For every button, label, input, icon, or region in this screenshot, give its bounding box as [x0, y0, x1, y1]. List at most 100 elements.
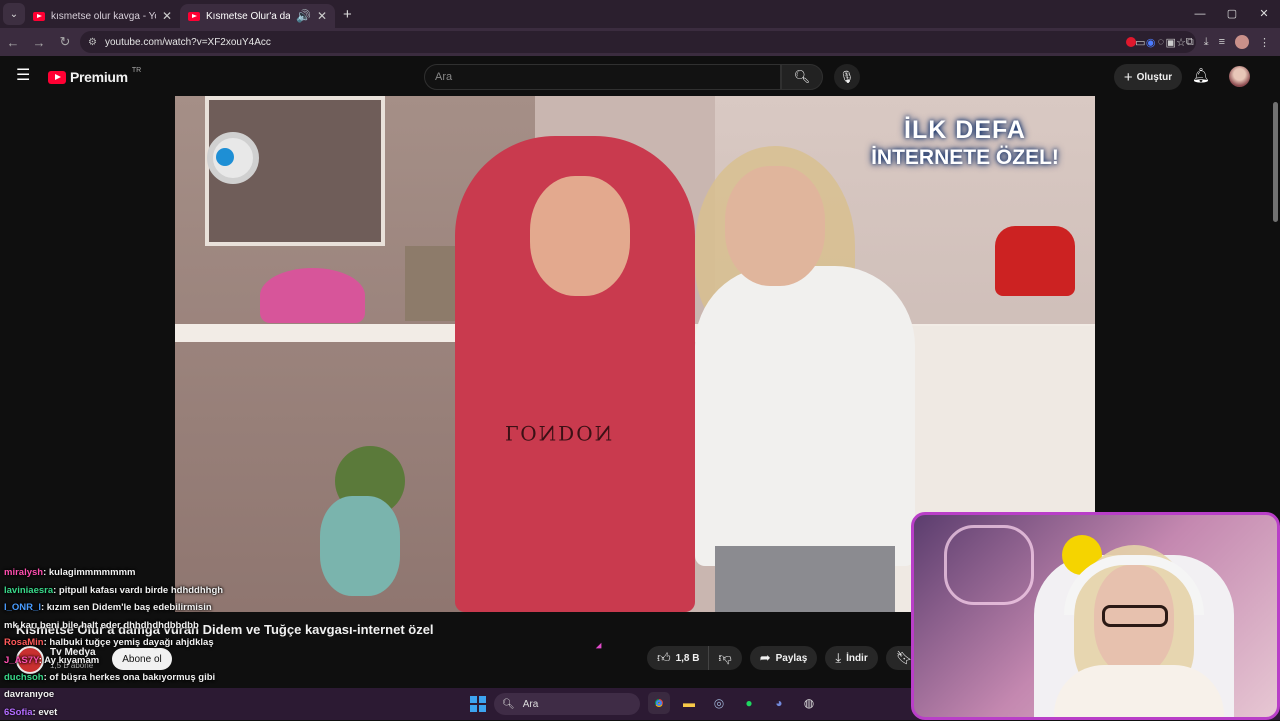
close-tab-icon[interactable]: ✕	[162, 9, 172, 23]
spotify-icon[interactable]: ●	[738, 692, 760, 714]
video-scene-vase	[320, 496, 400, 596]
webcam-neon-sign	[944, 525, 1034, 605]
chat-username: RosaMin	[4, 637, 44, 648]
video-person-2-legs	[715, 546, 895, 612]
youtube-favicon-icon	[188, 12, 200, 21]
chat-message: davranıyoe	[0, 686, 300, 704]
window-controls: — ▢ ✕	[1184, 0, 1280, 28]
download-label: İndir	[846, 653, 868, 664]
site-info-icon[interactable]: ⚙	[88, 37, 97, 48]
video-person-2	[695, 266, 915, 566]
video-overlay-text: İLK DEFA İNTERNETE ÖZEL!	[865, 116, 1065, 172]
extension-audio-icon[interactable]: ◉	[1146, 36, 1156, 49]
chat-message: RosaMin: halbuki tuğçe yemiş dayağı ahjd…	[0, 634, 260, 652]
address-bar-row: ← → ↻ ⚙ youtube.com/watch?v=XF2xouY4Acc …	[0, 28, 1280, 56]
voice-search-button[interactable]: 🎙︎	[834, 64, 860, 90]
obs-icon[interactable]: ◍	[798, 692, 820, 714]
extension-red-icon[interactable]	[1126, 37, 1136, 47]
shirt-text: LONDON	[505, 421, 614, 445]
minimize-button[interactable]: —	[1184, 0, 1216, 28]
extension-box-icon[interactable]: ▣	[1165, 36, 1175, 49]
extensions-area: ◉ ▣ ⧉ ⤓ ≡ ⋮	[1126, 28, 1280, 56]
webcam-streamer-sweater	[1054, 665, 1224, 720]
chrome-icon[interactable]	[648, 692, 670, 714]
stream-chat-overlay-bottom: davranıyoe 6Sofia: evet	[0, 686, 300, 721]
video-scene-birdhouse	[405, 246, 455, 321]
video-actions: 👍︎ 1,8 B 👎︎ ➦ Paylaş ⤓ İndir 🔖︎ Ka	[647, 646, 940, 670]
thumbs-down-icon: 👎︎	[719, 650, 732, 666]
download-button[interactable]: ⤓ İndir	[825, 646, 877, 670]
chat-username: duchsoh	[4, 672, 44, 683]
chat-text: : kızım sen Didem'le baş edebilirmisin	[41, 602, 212, 613]
browser-tab-2[interactable]: Kısmetse Olur'a damga vuran 🔊 ✕	[180, 4, 335, 28]
taskbar-search[interactable]: 🔍︎ Ara	[494, 693, 640, 715]
logo-text: Premium	[70, 69, 128, 85]
chat-message: J_AS7Y: Ay kıyamam	[0, 652, 260, 670]
like-button[interactable]: 👍︎ 1,8 B	[647, 646, 709, 670]
chat-text: : Ay kıyamam	[39, 655, 100, 666]
tab-search-button[interactable]: ⌄	[3, 3, 25, 25]
search-icon: 🔍︎	[502, 699, 515, 710]
chat-text: mk karı beni bile halt eder dhhdhdhdbbdb…	[4, 620, 199, 631]
create-button[interactable]: + Oluştur	[1114, 64, 1182, 90]
search-button[interactable]: 🔍︎	[781, 64, 823, 90]
notifications-bell-icon[interactable]: 🔔︎	[1192, 67, 1210, 84]
search-icon: 🔍︎	[794, 69, 811, 85]
video-person-1-face	[530, 176, 630, 296]
restore-button[interactable]: ▢	[1216, 0, 1248, 28]
chat-username: 6Sofia	[4, 707, 33, 718]
new-tab-icon[interactable]: +	[343, 6, 352, 23]
file-explorer-icon[interactable]: ▬	[678, 692, 700, 714]
back-icon[interactable]: ←	[0, 35, 26, 50]
dislike-button[interactable]: 👎︎	[709, 646, 742, 670]
share-button[interactable]: ➦ Paylaş	[750, 646, 818, 670]
like-count: 1,8 B	[676, 653, 700, 664]
download-icon[interactable]: ⤓	[1204, 36, 1209, 49]
search-placeholder: Ara	[435, 71, 452, 83]
tv-channel-logo-icon	[207, 132, 259, 184]
mouse-cursor-icon	[596, 643, 604, 651]
forward-icon[interactable]: →	[26, 35, 52, 50]
discord-icon[interactable]: ◕	[768, 692, 790, 714]
browser-tab-bar: ⌄ kısmetse olur kavga - YouTube ✕ Kısmet…	[0, 0, 1280, 28]
chat-message: mk karı beni bile halt eder dhhdhdhdbbdb…	[0, 617, 260, 635]
steam-icon[interactable]: ◎	[708, 692, 730, 714]
youtube-logo-icon	[48, 71, 66, 84]
reload-icon[interactable]: ↻	[52, 34, 78, 50]
url-field[interactable]: ⚙ youtube.com/watch?v=XF2xouY4Acc ▭ ◌ ☆	[80, 31, 1196, 53]
chat-text: : of büşra herkes ona bakıyormuş gibi	[44, 672, 216, 683]
tab-title: Kısmetse Olur'a damga vuran	[206, 11, 290, 22]
taskbar-apps: ▬ ◎ ● ◕ ◍	[648, 692, 820, 714]
close-window-button[interactable]: ✕	[1248, 0, 1280, 28]
chat-message: miralysh: kulagimmmmmmm	[0, 564, 260, 582]
download-icon: ⤓	[835, 650, 841, 666]
reading-list-icon[interactable]: ≡	[1219, 36, 1225, 48]
chat-text: : kulagimmmmmmm	[43, 567, 135, 578]
profile-avatar[interactable]	[1235, 35, 1249, 49]
chat-message: laviniaesra: pitpull kafası vardı birde …	[0, 582, 260, 600]
chat-text: davranıyoe	[4, 689, 54, 700]
chat-message: l_ONR_l: kızım sen Didem'le baş edebilir…	[0, 599, 260, 617]
chat-message: 6Sofia: evet	[0, 704, 300, 721]
video-scene-phone	[995, 226, 1075, 296]
audio-icon[interactable]: 🔊	[296, 9, 311, 23]
browser-menu-icon[interactable]: ⋮	[1259, 36, 1270, 49]
youtube-favicon-icon	[33, 12, 45, 21]
windows-start-icon[interactable]	[470, 696, 486, 712]
scrollbar-thumb[interactable]	[1273, 102, 1278, 222]
youtube-logo[interactable]: Premium TR	[48, 69, 141, 85]
streamer-webcam	[911, 512, 1280, 720]
menu-icon[interactable]: ☰	[16, 68, 32, 84]
chat-username: J_AS7Y	[4, 655, 39, 666]
chat-username: l_ONR_l	[4, 602, 41, 613]
account-avatar[interactable]	[1229, 66, 1250, 87]
search-input[interactable]: Ara	[424, 64, 781, 90]
extensions-puzzle-icon[interactable]: ⧉	[1186, 36, 1194, 49]
close-tab-icon[interactable]: ✕	[317, 9, 327, 23]
tab-title: kısmetse olur kavga - YouTube	[51, 11, 156, 22]
taskbar-search-label: Ara	[523, 699, 539, 710]
mic-icon: 🎙︎	[839, 70, 854, 84]
browser-tab-1[interactable]: kısmetse olur kavga - YouTube ✕	[25, 4, 180, 28]
video-person-2-face	[725, 166, 825, 286]
chat-text: : evet	[33, 707, 58, 718]
